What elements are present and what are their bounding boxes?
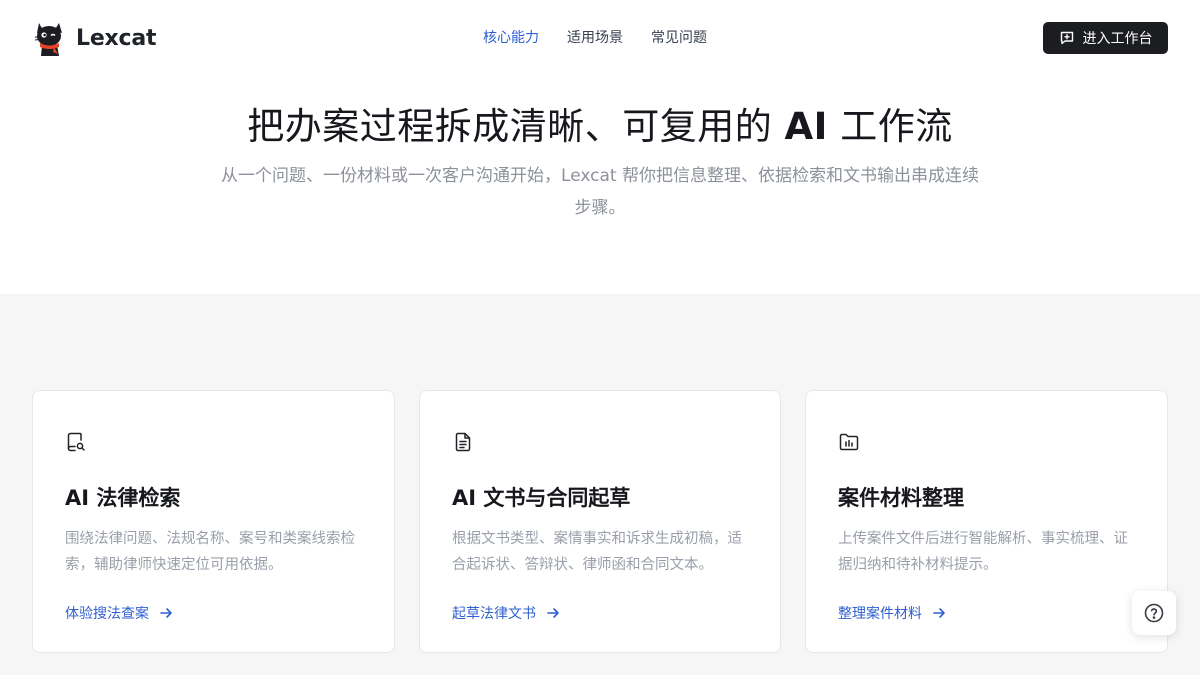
brand-name: Lexcat xyxy=(76,25,157,51)
arrow-right-icon xyxy=(160,608,172,618)
enter-workspace-label: 进入工作台 xyxy=(1082,31,1153,47)
feature-title: AI 文书与合同起草 xyxy=(452,486,631,510)
feature-card-case-materials: 案件材料整理 上传案件文件后进行智能解析、事实梳理、证据归纳和待补材料提示。 整… xyxy=(805,390,1168,653)
hero-title-prefix: 把办案过程拆成清晰、可复用的 xyxy=(247,105,785,148)
draft-legal-document-link[interactable]: 起草法律文书 xyxy=(452,603,560,623)
help-button[interactable] xyxy=(1132,591,1176,635)
features-section: AI 法律检索 围绕法律问题、法规名称、案号和类案线索检索，辅助律师快速定位可用… xyxy=(0,294,1200,675)
feature-title: 案件材料整理 xyxy=(838,486,964,510)
folder-chart-icon xyxy=(838,431,860,453)
arrow-right-icon xyxy=(547,608,559,618)
nav-item-faq[interactable]: 常见问题 xyxy=(651,28,707,48)
hero-subtitle: 从一个问题、一份材料或一次客户沟通开始，Lexcat 帮你把信息整理、依据检索和… xyxy=(221,166,979,218)
message-plus-icon xyxy=(1060,31,1073,45)
link-label: 体验搜法查案 xyxy=(65,606,149,622)
hero-title: 把办案过程拆成清晰、可复用的 AI 工作流 xyxy=(0,96,1200,150)
feature-description: 根据文书类型、案情事实和诉求生成初稿，适合起诉状、答辩状、律师函和合同文本。 xyxy=(452,531,742,573)
cat-logo-icon xyxy=(34,23,62,56)
feature-description: 上传案件文件后进行智能解析、事实梳理、证据归纳和待补材料提示。 xyxy=(838,531,1128,573)
hero-title-suffix: 工作流 xyxy=(827,105,953,148)
enter-workspace-button[interactable]: 进入工作台 xyxy=(1043,22,1168,54)
feature-card-legal-search: AI 法律检索 围绕法律问题、法规名称、案号和类案线索检索，辅助律师快速定位可用… xyxy=(32,390,395,653)
nav-item-core-capabilities[interactable]: 核心能力 xyxy=(483,28,539,48)
link-label: 整理案件材料 xyxy=(838,606,922,622)
main-nav: 核心能力 适用场景 常见问题 xyxy=(483,28,707,48)
feature-title: AI 法律检索 xyxy=(65,486,181,510)
hero-title-highlight: AI xyxy=(784,105,828,148)
try-legal-search-link[interactable]: 体验搜法查案 xyxy=(65,603,173,623)
brand-logo[interactable]: Lexcat xyxy=(32,19,157,57)
question-circle-icon xyxy=(1144,603,1164,623)
feature-description: 围绕法律问题、法规名称、案号和类案线索检索，辅助律师快速定位可用依据。 xyxy=(65,531,355,573)
arrow-right-icon xyxy=(933,608,945,618)
book-search-icon xyxy=(65,431,87,453)
document-text-icon xyxy=(452,431,474,453)
nav-item-use-cases[interactable]: 适用场景 xyxy=(567,28,623,48)
link-label: 起草法律文书 xyxy=(452,606,536,622)
organize-case-materials-link[interactable]: 整理案件材料 xyxy=(838,603,946,623)
feature-card-document-drafting: AI 文书与合同起草 根据文书类型、案情事实和诉求生成初稿，适合起诉状、答辩状、… xyxy=(419,390,781,653)
site-header: Lexcat 核心能力 适用场景 常见问题 进入工作台 xyxy=(0,0,1200,76)
